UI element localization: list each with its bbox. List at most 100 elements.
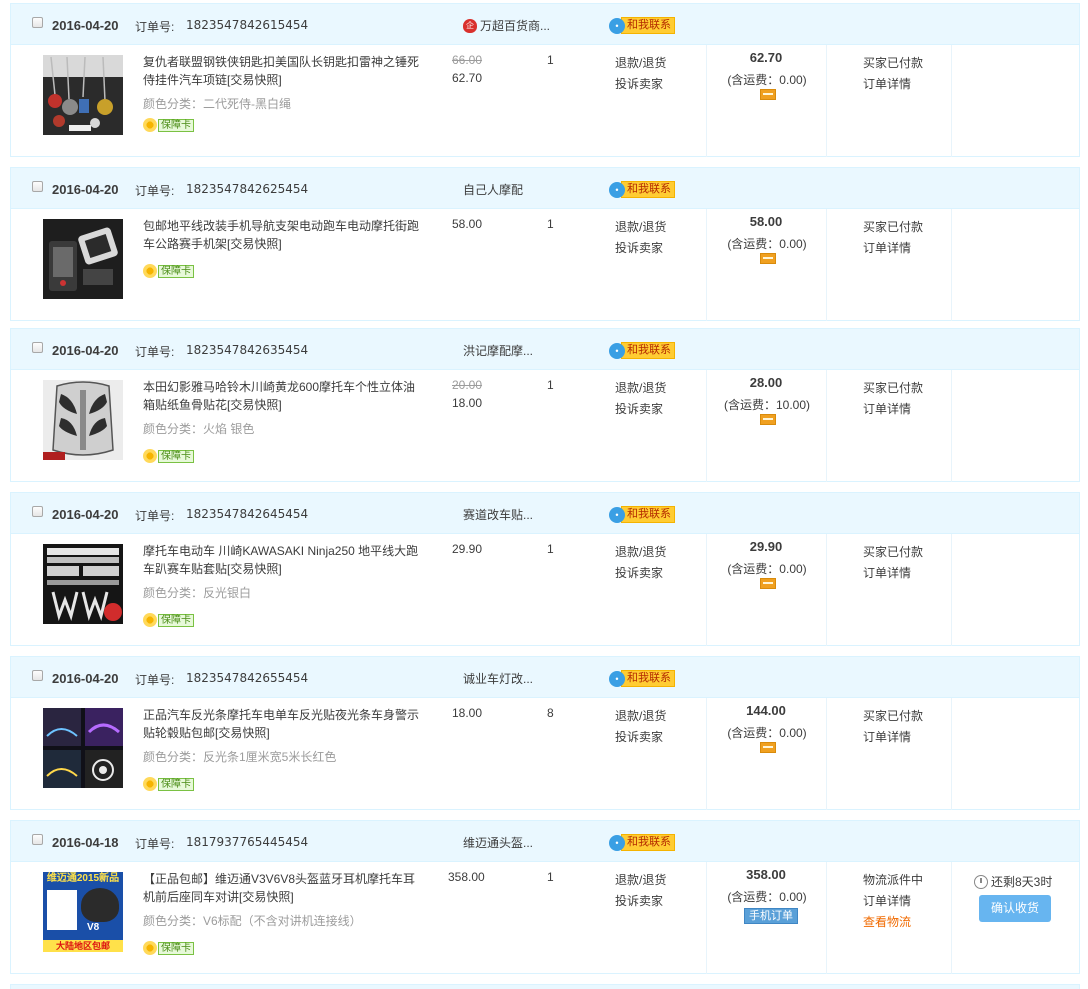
status-text: 物流派件中 (863, 873, 924, 887)
mobile-order-badge: 手机订单 (744, 908, 798, 924)
order-card: 2016-04-20 订单号: 1823547842625454 自己人摩配 •… (10, 167, 1080, 321)
shop-link[interactable]: 赛道改车贴... (463, 506, 533, 523)
order-detail-link[interactable]: 订单详情 (863, 74, 923, 95)
order-no: 1823547842645454 (186, 507, 309, 521)
guarantee-label: 保障卡 (158, 449, 194, 463)
order-checkbox[interactable] (32, 17, 43, 28)
snapshot-link[interactable]: [交易快照] (227, 73, 282, 87)
order-no-label: 订单号: (135, 509, 175, 523)
product-title[interactable]: 正品汽车反光条摩托车电单车反光贴夜光条车身警示贴轮毂贴包邮[交易快照] (143, 706, 425, 742)
order-checkbox[interactable] (32, 506, 43, 517)
product-title[interactable]: 【正品包邮】维迈通V3V6V8头盔蓝牙耳机摩托车耳机前后座同车对讲[交易快照] (143, 870, 425, 906)
snapshot-link[interactable]: [交易快照] (227, 398, 282, 412)
product-thumbnail[interactable] (43, 544, 123, 624)
snapshot-link[interactable]: [交易快照] (227, 562, 282, 576)
product-title[interactable]: 本田幻影雅马哈铃木川崎黄龙600摩托车个性立体油箱贴纸鱼骨贴花[交易快照] (143, 378, 425, 414)
refund-link[interactable]: 退款/退货 (615, 378, 666, 399)
thumb-info-panel (47, 890, 77, 930)
shop-link[interactable]: 洪记摩配摩... (463, 342, 533, 359)
order-checkbox[interactable] (32, 834, 43, 845)
unit-price: 62.70 (452, 71, 483, 85)
contact-seller-button[interactable]: • 和我联系 (609, 17, 675, 34)
status-text: 买家已付款 (863, 220, 924, 234)
order-checkbox[interactable] (32, 181, 43, 192)
snapshot-link[interactable]: [交易快照] (227, 237, 282, 251)
unit-price: 58.00 (452, 217, 483, 231)
product-thumbnail[interactable] (43, 708, 123, 788)
contact-seller-button[interactable]: • 和我联系 (609, 506, 675, 523)
order-status: 买家已付款 订单详情 (863, 542, 923, 584)
snapshot-link[interactable]: [交易快照] (239, 890, 294, 904)
guarantee-card[interactable]: 保障卡 (143, 613, 194, 627)
product-title-text[interactable]: 正品汽车反光条摩托车电单车反光贴夜光条车身警示贴轮毂贴包邮 (143, 708, 419, 740)
product-thumbnail[interactable]: 维迈通2015新品 V8 大陆地区包邮 (43, 872, 123, 952)
contact-seller-button[interactable]: • 和我联系 (609, 181, 675, 198)
contact-seller-button[interactable]: • 和我联系 (609, 834, 675, 851)
order-no-label: 订单号: (135, 345, 175, 359)
contact-seller-button[interactable]: • 和我联系 (609, 342, 675, 359)
complain-link[interactable]: 投诉卖家 (615, 727, 666, 748)
order-detail-link[interactable]: 订单详情 (863, 399, 923, 420)
guarantee-card[interactable]: 保障卡 (143, 941, 194, 955)
guarantee-label: 保障卡 (158, 941, 194, 955)
contact-label: 和我联系 (621, 342, 675, 359)
product-title[interactable]: 摩托车电动车 川崎KAWASAKI Ninja250 地平线大跑车趴赛车贴套贴[… (143, 542, 425, 578)
refund-link[interactable]: 退款/退货 (615, 53, 666, 74)
shop-link[interactable]: 自己人摩配 (463, 181, 523, 198)
guarantee-card[interactable]: 保障卡 (143, 264, 194, 278)
order-detail-link[interactable]: 订单详情 (863, 727, 923, 748)
shop-link[interactable]: 诚业车灯改... (463, 670, 533, 687)
column-divider (951, 698, 952, 810)
order-no: 1823547842655454 (186, 671, 309, 685)
refund-link[interactable]: 退款/退货 (615, 870, 666, 891)
column-divider (951, 370, 952, 482)
order-no: 1823547842625454 (186, 182, 309, 196)
complain-link[interactable]: 投诉卖家 (615, 238, 666, 259)
contact-seller-button[interactable]: • 和我联系 (609, 670, 675, 687)
order-detail-link[interactable]: 订单详情 (863, 238, 923, 259)
product-title[interactable]: 复仇者联盟钢铁侠钥匙扣美国队长钥匙扣雷神之锤死侍挂件汽车项链[交易快照] (143, 53, 425, 89)
order-checkbox[interactable] (32, 342, 43, 353)
refund-link[interactable]: 退款/退货 (615, 217, 666, 238)
thumb-shipping-text: 大陆地区包邮 (43, 940, 123, 952)
snapshot-link[interactable]: [交易快照] (215, 726, 270, 740)
view-logistics-link[interactable]: 查看物流 (863, 912, 923, 933)
complain-link[interactable]: 投诉卖家 (615, 891, 666, 912)
order-status: 买家已付款 订单详情 (863, 706, 923, 748)
product-title[interactable]: 包邮地平线改装手机导航支架电动跑车电动摩托街跑车公路赛手机架[交易快照] (143, 217, 425, 253)
order-checkbox[interactable] (32, 670, 43, 681)
quantity: 1 (547, 378, 554, 392)
shop-link[interactable]: 维迈通头盔... (463, 834, 533, 851)
refund-link[interactable]: 退款/退货 (615, 706, 666, 727)
complain-link[interactable]: 投诉卖家 (615, 74, 666, 95)
product-thumbnail[interactable] (43, 380, 123, 460)
complain-link[interactable]: 投诉卖家 (615, 399, 666, 420)
helmet-device-image (81, 888, 119, 922)
after-sale-actions: 退款/退货 投诉卖家 (615, 53, 666, 95)
order-date: 2016-04-20 (52, 343, 119, 358)
order-body: 复仇者联盟钢铁侠钥匙扣美国队长钥匙扣雷神之锤死侍挂件汽车项链[交易快照] 颜色分… (11, 45, 1079, 157)
complain-link[interactable]: 投诉卖家 (615, 563, 666, 584)
freight-info: (含运费：0.00) (727, 237, 807, 251)
product-sku: 颜色分类：V6标配（不含对讲机连接线） (143, 914, 362, 928)
confirm-receipt-button[interactable]: 确认收货 (979, 895, 1051, 922)
order-detail-link[interactable]: 订单详情 (863, 563, 923, 584)
wangwang-icon: • (609, 17, 625, 34)
order-body: 本田幻影雅马哈铃木川崎黄龙600摩托车个性立体油箱贴纸鱼骨贴花[交易快照] 颜色… (11, 370, 1079, 482)
product-thumbnail[interactable] (43, 219, 123, 299)
remaining-time: 还剩8天3时 (974, 873, 1052, 890)
product-sku: 颜色分类：二代死侍-黑白绳 (143, 97, 291, 111)
order-card: 2016-04-20 订单号: 1823547842615454 企万超百货商.… (10, 3, 1080, 157)
order-detail-link[interactable]: 订单详情 (863, 891, 923, 912)
guarantee-card[interactable]: 保障卡 (143, 777, 194, 791)
guarantee-card[interactable]: 保障卡 (143, 118, 194, 132)
shop-link[interactable]: 企万超百货商... (463, 17, 550, 34)
guarantee-label: 保障卡 (158, 777, 194, 791)
order-no-label: 订单号: (135, 184, 175, 198)
payment-card-icon (760, 578, 776, 589)
product-sku: 颜色分类：反光银白 (143, 586, 252, 600)
refund-link[interactable]: 退款/退货 (615, 542, 666, 563)
guarantee-card[interactable]: 保障卡 (143, 449, 194, 463)
product-sku: 颜色分类：反光条1厘米宽5米长红色 (143, 750, 337, 764)
product-thumbnail[interactable] (43, 55, 123, 135)
